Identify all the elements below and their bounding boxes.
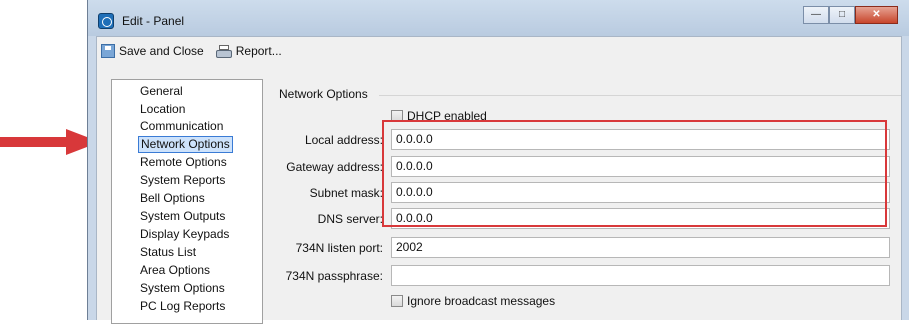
save-and-close-label: Save and Close xyxy=(119,44,204,58)
nav-item-pc-log-reports[interactable]: PC Log Reports xyxy=(138,298,227,315)
options-nav-list: General Location Communication Network O… xyxy=(111,79,263,324)
close-button[interactable]: ✕ xyxy=(855,6,898,24)
group-title: Network Options xyxy=(279,87,368,101)
maximize-button[interactable]: □ xyxy=(829,6,855,24)
save-and-close-button[interactable]: Save and Close xyxy=(101,44,204,58)
ignore-broadcast-checkbox[interactable] xyxy=(391,295,403,307)
ignore-broadcast-label: Ignore broadcast messages xyxy=(407,294,556,308)
group-divider xyxy=(379,95,901,96)
listen-port-input[interactable]: 2002 xyxy=(391,237,890,258)
save-icon xyxy=(101,44,115,58)
nav-item-location[interactable]: Location xyxy=(138,101,187,118)
printer-icon xyxy=(215,44,232,58)
local-address-label: Local address: xyxy=(304,133,383,147)
nav-item-area-options[interactable]: Area Options xyxy=(138,262,212,279)
dns-server-label: DNS server: xyxy=(317,212,383,226)
nav-item-communication[interactable]: Communication xyxy=(138,118,225,135)
subnet-mask-label: Subnet mask: xyxy=(309,186,383,200)
title-bar: Edit - Panel — □ ✕ xyxy=(88,0,909,36)
toolbar: Save and Close Report... xyxy=(97,37,901,65)
ignore-broadcast-row[interactable]: Ignore broadcast messages xyxy=(391,294,555,308)
nav-item-status-list[interactable]: Status List xyxy=(138,244,198,261)
listen-port-label: 734N listen port: xyxy=(295,241,383,255)
nav-item-display-keypads[interactable]: Display Keypads xyxy=(138,226,231,243)
report-button[interactable]: Report... xyxy=(215,44,282,58)
nav-item-remote-options[interactable]: Remote Options xyxy=(138,154,229,171)
report-label: Report... xyxy=(235,44,282,58)
window-controls: — □ ✕ xyxy=(803,6,898,24)
nav-item-bell-options[interactable]: Bell Options xyxy=(138,190,207,207)
window-title: Edit - Panel xyxy=(122,14,185,28)
nav-item-network-options[interactable]: Network Options xyxy=(138,136,233,153)
nav-item-system-outputs[interactable]: System Outputs xyxy=(138,208,227,225)
nav-item-general[interactable]: General xyxy=(138,83,185,100)
nav-item-system-options[interactable]: System Options xyxy=(138,280,227,297)
passphrase-input[interactable] xyxy=(391,265,890,286)
minimize-button[interactable]: — xyxy=(803,6,829,24)
gateway-address-label: Gateway address: xyxy=(286,160,383,174)
passphrase-label: 734N passphrase: xyxy=(285,269,383,283)
address-fields-highlight xyxy=(382,120,887,227)
nav-item-system-reports[interactable]: System Reports xyxy=(138,172,227,189)
app-icon xyxy=(98,13,114,29)
